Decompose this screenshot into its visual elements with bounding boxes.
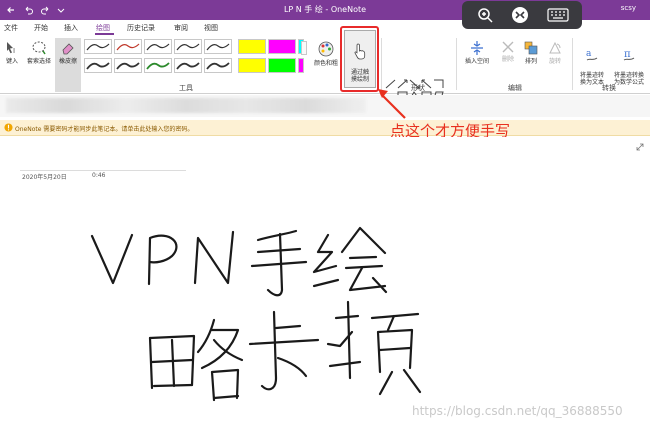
handwriting-ink[interactable] — [0, 0, 650, 430]
zoom-in-icon[interactable] — [476, 6, 494, 24]
watermark-text: https://blog.csdn.net/qq_36888550 — [412, 404, 623, 418]
remote-connection-icon[interactable] — [511, 6, 529, 24]
touch-toolbar — [462, 1, 582, 29]
keyboard-icon[interactable] — [546, 6, 570, 24]
